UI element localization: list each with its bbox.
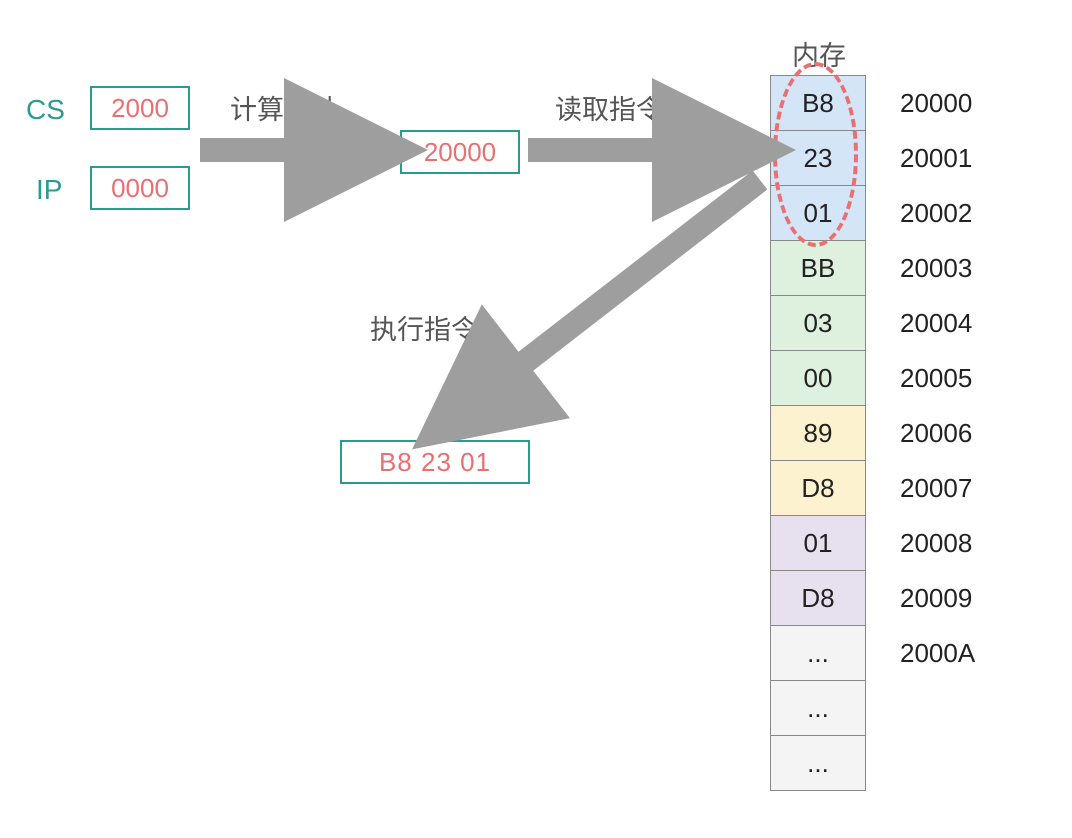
cs-label: CS (26, 94, 65, 126)
step-compute-address: 计算地址 (230, 88, 338, 127)
execute-instruction-arrow (450, 180, 760, 420)
memory-address: 20006 (900, 418, 972, 449)
memory-address: 20001 (900, 143, 972, 174)
memory-address: 2000A (900, 638, 975, 669)
memory-cell: B8 (771, 76, 865, 131)
memory-address: 20003 (900, 253, 972, 284)
cs-register-box: 2000 (90, 86, 190, 130)
memory-address: 20007 (900, 473, 972, 504)
step-execute-instruction: 执行指令 (370, 308, 478, 347)
step-read-instruction: 读取指令 (555, 88, 663, 127)
memory-table: B8 23 01 BB 03 00 89 D8 01 D8 ... ... ..… (770, 75, 866, 791)
memory-cell: 01 (771, 186, 865, 241)
memory-address: 20009 (900, 583, 972, 614)
memory-cell: D8 (771, 571, 865, 626)
memory-cell: 03 (771, 296, 865, 351)
ip-label: IP (36, 174, 62, 206)
computed-address-box: 20000 (400, 130, 520, 174)
memory-address: 20005 (900, 363, 972, 394)
fetched-instruction-box: B8 23 01 (340, 440, 530, 484)
ip-register-box: 0000 (90, 166, 190, 210)
memory-cell: 23 (771, 131, 865, 186)
memory-cell: ... (771, 626, 865, 681)
memory-cell: 00 (771, 351, 865, 406)
memory-title: 内存 (792, 34, 846, 73)
memory-cell: 01 (771, 516, 865, 571)
memory-address: 20008 (900, 528, 972, 559)
memory-address: 20002 (900, 198, 972, 229)
memory-cell: ... (771, 681, 865, 736)
memory-cell: BB (771, 241, 865, 296)
memory-address: 20004 (900, 308, 972, 339)
memory-cell: 89 (771, 406, 865, 461)
memory-cell: D8 (771, 461, 865, 516)
memory-cell: ... (771, 736, 865, 791)
memory-address: 20000 (900, 88, 972, 119)
